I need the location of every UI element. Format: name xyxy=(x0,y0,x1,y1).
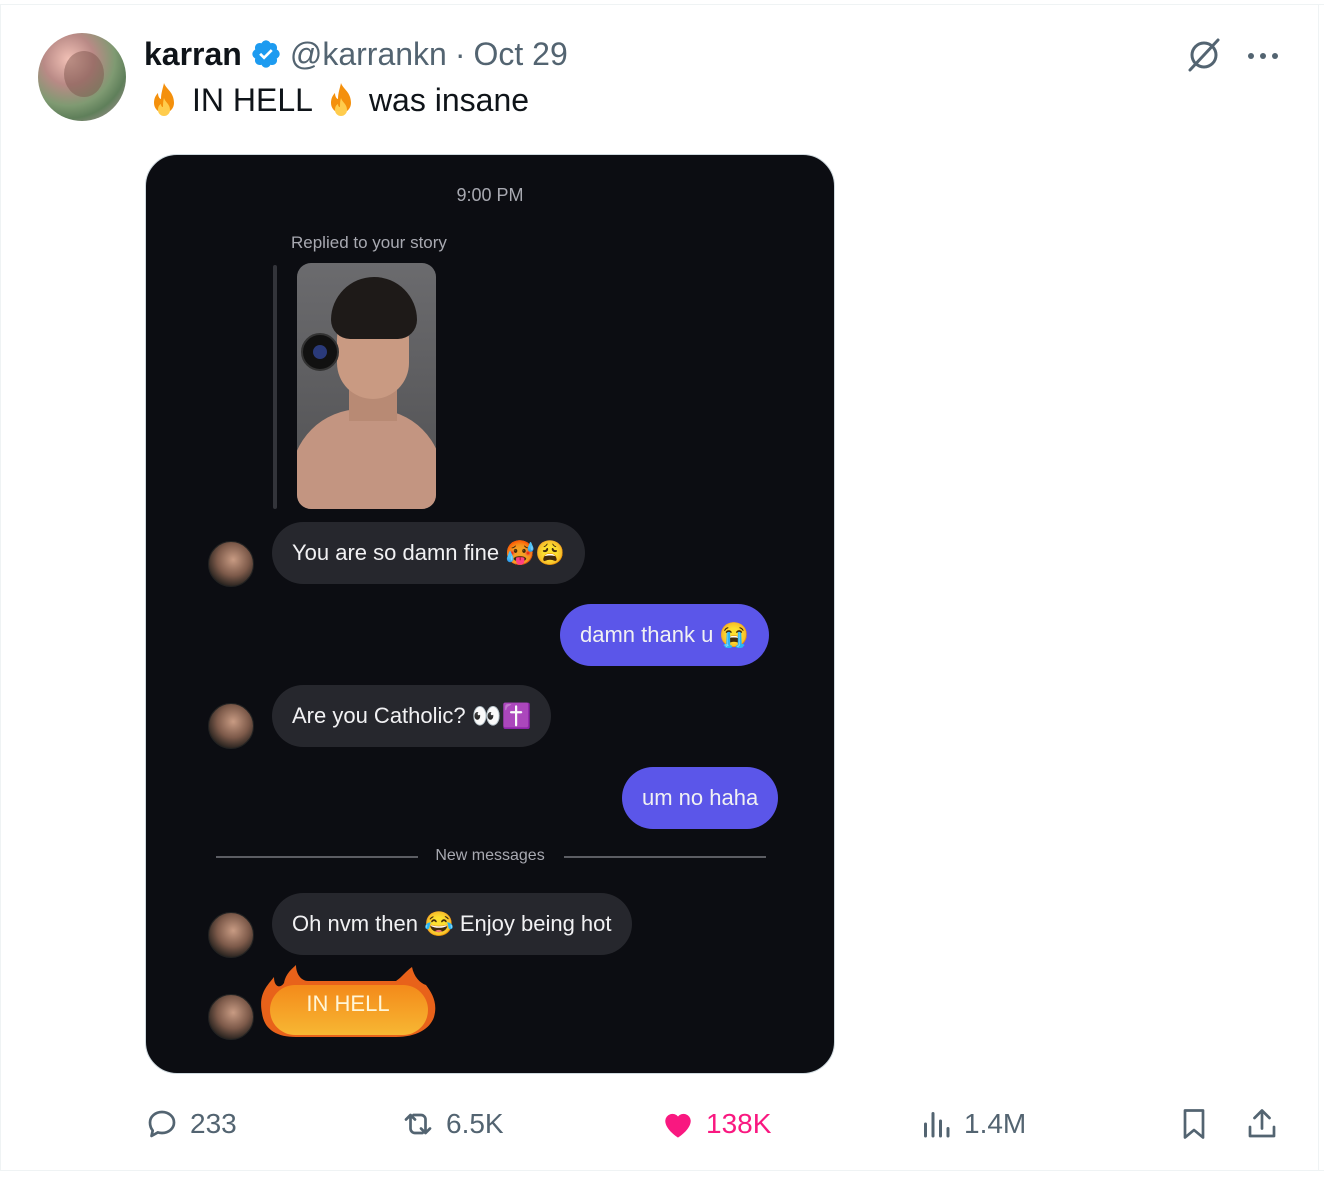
tweet-media-screenshot[interactable]: 9:00 PM Replied to your story You are so… xyxy=(145,154,835,1074)
dm-quote-bar xyxy=(273,265,277,509)
tweet-actions-bar: 233 6.5K 138K 1.4M xyxy=(0,1100,1324,1148)
views-count: 1.4M xyxy=(964,1108,1027,1139)
author-handle[interactable]: @karrankn xyxy=(290,36,447,73)
frame-top-border xyxy=(0,4,1324,5)
dm-message-outgoing: damn thank u 😭 xyxy=(560,604,770,666)
tweet-date[interactable]: Oct 29 xyxy=(473,36,567,73)
flame-message-text: IN HELL xyxy=(306,991,390,1016)
grok-icon[interactable] xyxy=(1184,34,1224,74)
views-icon xyxy=(924,1112,950,1138)
dm-message-emoji: 😂 xyxy=(423,910,454,938)
dm-message-emoji: 👀✝️ xyxy=(471,702,532,730)
heart-icon xyxy=(665,1113,691,1138)
reply-button[interactable]: 233 xyxy=(144,1100,237,1148)
repost-button[interactable]: 6.5K xyxy=(400,1100,504,1148)
bookmark-button[interactable] xyxy=(1176,1100,1212,1148)
dm-message-text: um no haha xyxy=(642,785,759,810)
header-separator: · xyxy=(454,35,466,72)
dm-story-thumbnail xyxy=(297,263,436,509)
dm-message-text: damn thank u xyxy=(580,622,714,647)
dm-message-emoji: 🥵😩 xyxy=(505,539,565,567)
dm-message-text: Are you Catholic? xyxy=(292,703,466,728)
dm-sender-avatar xyxy=(208,541,254,587)
dm-sender-avatar xyxy=(208,703,254,749)
verified-badge-icon xyxy=(252,40,280,68)
fire-icon xyxy=(330,83,351,116)
dm-message-outgoing: um no haha xyxy=(622,767,779,829)
tweet-text: IN HELL was insane xyxy=(144,80,529,120)
dm-sender-avatar xyxy=(208,912,254,958)
share-icon xyxy=(1248,1109,1276,1138)
dm-message-incoming: Are you Catholic? 👀✝️ xyxy=(272,685,552,747)
author-avatar[interactable] xyxy=(38,33,126,121)
fire-icon xyxy=(154,83,174,116)
tweet-text-part1: IN HELL xyxy=(192,81,313,118)
frame-bottom-border xyxy=(0,1170,1324,1171)
dm-replied-label: Replied to your story xyxy=(291,233,447,252)
more-icon[interactable] xyxy=(1245,38,1281,74)
frame-right-border xyxy=(1318,4,1319,1170)
tweet-header: karran @karrankn · Oct 29 xyxy=(144,34,568,74)
camera-lens xyxy=(301,333,339,371)
display-name[interactable]: karran xyxy=(144,36,242,73)
new-messages-divider-right xyxy=(564,856,766,858)
bookmark-icon xyxy=(1183,1109,1205,1139)
dm-message-text: Enjoy being hot xyxy=(459,911,612,936)
reply-count: 233 xyxy=(190,1108,237,1139)
like-button[interactable]: 138K xyxy=(660,1100,771,1148)
dm-message-text: Oh nvm then xyxy=(292,911,418,936)
views-button[interactable]: 1.4M xyxy=(918,1100,1026,1148)
frame-left-border xyxy=(0,4,1,1170)
dm-sender-avatar xyxy=(208,994,254,1040)
like-count: 138K xyxy=(706,1108,772,1139)
share-button[interactable] xyxy=(1244,1100,1280,1148)
dm-message-emoji: 😭 xyxy=(719,621,750,649)
tweet-text-part2: was insane xyxy=(368,81,530,118)
dm-message-text: You are so damn fine xyxy=(292,540,500,565)
repost-icon xyxy=(404,1113,432,1135)
reply-icon xyxy=(148,1110,176,1138)
dm-message-incoming: Oh nvm then 😂 Enjoy being hot xyxy=(272,893,632,955)
repost-count: 6.5K xyxy=(446,1108,504,1139)
dm-message-incoming: You are so damn fine 🥵😩 xyxy=(272,522,585,584)
dm-timestamp: 9:00 PM xyxy=(456,185,524,205)
